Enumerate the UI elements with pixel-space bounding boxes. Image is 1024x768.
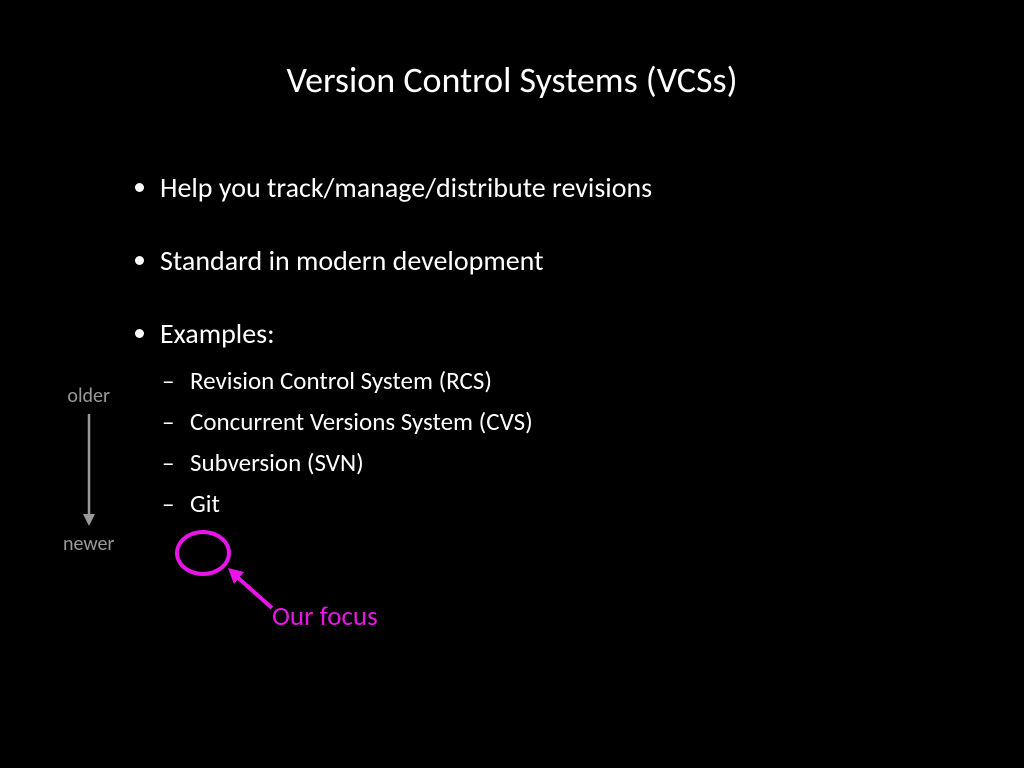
bullet-item: Help you track/manage/distribute revisio… xyxy=(160,170,920,205)
example-item: Concurrent Versions System (CVS) xyxy=(190,406,920,437)
callout-text: Our focus xyxy=(272,600,378,633)
timeline-label-newer: newer xyxy=(63,532,114,556)
timeline-indicator: older newer xyxy=(63,384,114,556)
bullet-item: Standard in modern development xyxy=(160,243,920,278)
example-item-git: Git xyxy=(190,488,920,519)
slide-content: Help you track/manage/distribute revisio… xyxy=(120,170,920,533)
examples-sub-list: Revision Control System (RCS) Concurrent… xyxy=(160,365,920,519)
example-item: Revision Control System (RCS) xyxy=(190,365,920,396)
arrow-down-icon xyxy=(81,414,97,526)
git-highlight-circle xyxy=(175,530,231,576)
bullet-item-label: Examples: xyxy=(160,316,275,351)
bullet-item-examples: Examples: Revision Control System (RCS) … xyxy=(160,316,920,519)
callout-arrow-icon xyxy=(224,564,278,614)
example-item: Subversion (SVN) xyxy=(190,447,920,478)
main-bullet-list: Help you track/manage/distribute revisio… xyxy=(120,170,920,519)
slide-title: Version Control Systems (VCSs) xyxy=(0,0,1024,102)
timeline-label-older: older xyxy=(67,384,110,408)
